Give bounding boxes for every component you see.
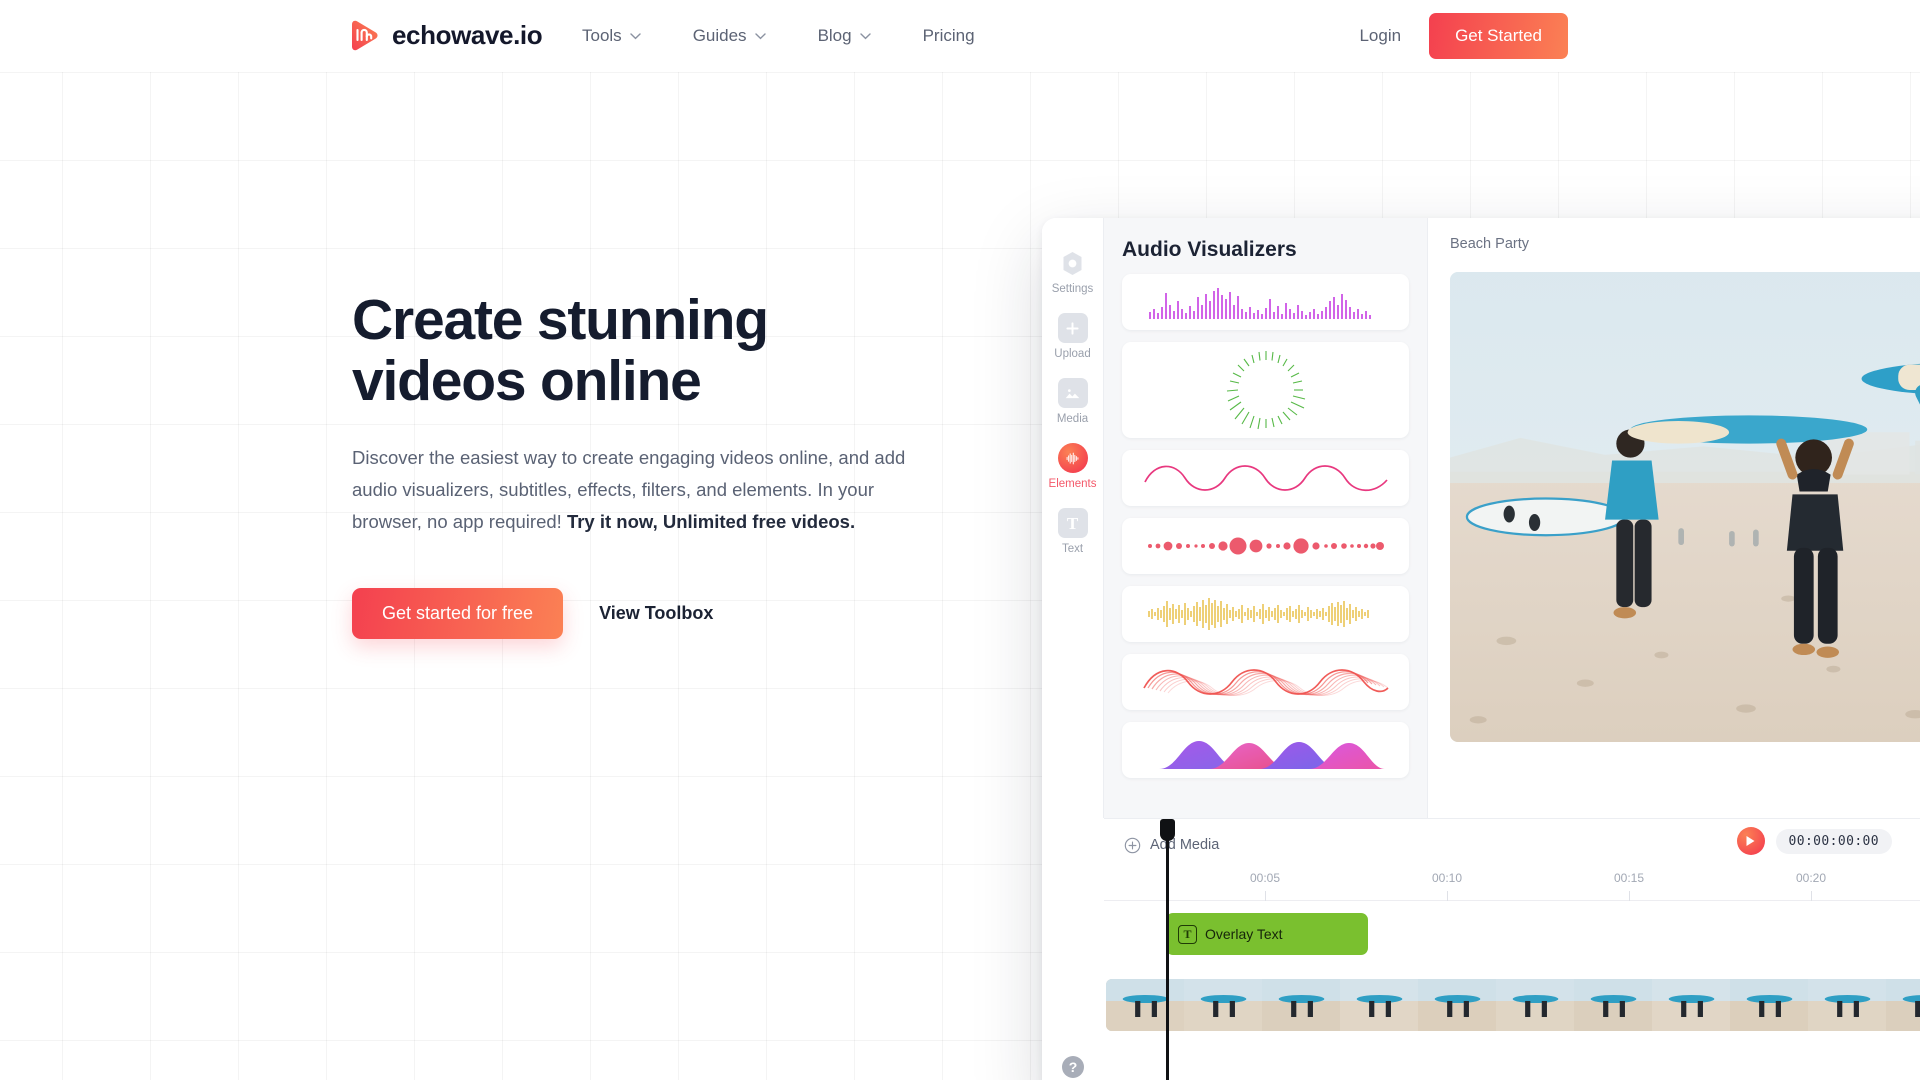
timeline-panel: Add Media 00:00:00:00 00:05 00:10 00:15 … [1104,818,1920,1080]
panel-title: Audio Visualizers [1122,238,1297,261]
bars-violet-icon [1148,288,1371,319]
sine-wave-pink-icon [1143,465,1388,492]
project-name: Beach Party [1450,236,1529,252]
get-started-button[interactable]: Get Started [1429,13,1568,59]
sidebar-item-text[interactable]: T Text [1042,500,1104,561]
app-body: Settings Upload Media Elements T Text Au… [1042,218,1920,818]
main-nav: Tools Guides Blog Pricing [556,0,1001,72]
timeline-ruler[interactable]: 00:05 00:10 00:15 00:20 [1104,871,1920,901]
clip-label: Overlay Text [1205,926,1283,942]
hero-paragraph: Discover the easiest way to create engag… [352,442,938,538]
play-icon [1746,836,1755,846]
ruler-tick: 00:15 [1614,871,1644,901]
help-button[interactable]: ? [1062,1056,1084,1078]
gear-hex-icon [1058,248,1088,278]
sidebar-item-settings[interactable]: Settings [1042,240,1104,301]
timecode-display: 00:00:00:00 [1775,828,1892,854]
view-toolbox-button[interactable]: View Toolbox [595,595,717,632]
dots-pulse-red-icon [1147,537,1384,555]
nav-item-label: Blog [817,26,852,45]
sidebar-item-media[interactable]: Media [1042,370,1104,431]
app-mockup: Settings Upload Media Elements T Text Au… [1042,218,1920,1080]
text-t-icon: T [1057,508,1088,538]
visualizer-radial-circle-green[interactable] [1122,342,1409,438]
sidebar-item-label: Upload [1054,348,1091,360]
sidebar-item-label: Elements [1048,478,1097,490]
hero-section: Create stunning videos online Discover t… [352,290,992,639]
chevron-down-icon [859,32,871,39]
visualizer-layered-sine-red[interactable] [1122,654,1409,710]
get-started-free-button[interactable]: Get started for free [352,588,564,639]
plus-circle-icon [1124,837,1141,853]
brand-logo[interactable]: echowave.io [348,18,543,52]
waveform-icon [1057,443,1088,473]
timeline-toolbar: Add Media 00:00:00:00 [1104,819,1920,871]
header-auth-actions: Login Get Started [1359,0,1568,72]
timeline-clip-video[interactable] [1106,979,1920,1031]
site-header: echowave.io Tools Guides Blog Pricing Lo… [0,0,1920,72]
hero-paragraph-bold: Try it now, Unlimited free videos. [566,511,856,532]
brand-name: echowave.io [392,19,543,50]
hero-title-line-1: Create stunning [352,288,769,352]
radial-circle-green-icon [1226,351,1305,430]
nav-item-guides[interactable]: Guides [667,0,792,72]
nav-item-label: Guides [692,26,747,45]
nav-item-blog[interactable]: Blog [792,0,897,72]
chevron-down-icon [629,32,641,39]
sidebar-item-label: Settings [1051,283,1094,295]
beach-surfers-photo [1450,272,1920,742]
ruler-tick: 00:20 [1796,871,1826,901]
nav-item-label: Tools [582,26,622,45]
ruler-tick: 00:05 [1250,871,1280,901]
play-wave-logo-icon [352,20,378,51]
page-title: Create stunning videos online [352,290,992,412]
preview-area: Beach Party [1428,218,1920,818]
layered-sine-red-icon [1142,669,1389,696]
visualizer-waveform-gold[interactable] [1122,586,1409,642]
text-t-icon: T [1178,924,1197,944]
sidebar-item-upload[interactable]: Upload [1042,305,1104,366]
sidebar-item-elements[interactable]: Elements [1042,435,1104,496]
login-link[interactable]: Login [1359,26,1401,46]
sidebar-item-label: Text [1061,543,1084,555]
visualizer-sine-wave-pink[interactable] [1122,450,1409,506]
nav-item-pricing[interactable]: Pricing [897,0,1001,72]
timeline-clip-overlay-text[interactable]: T Overlay Text [1166,913,1368,955]
image-icon [1057,378,1088,408]
waveform-gold-icon [1147,598,1369,630]
timeline-playhead[interactable] [1160,819,1175,1080]
page-root: echowave.io Tools Guides Blog Pricing Lo… [0,0,1920,1080]
editor-sidebar: Settings Upload Media Elements T Text [1042,218,1104,818]
beach-filmstrip [1106,979,1920,1031]
chevron-down-icon [754,32,766,39]
visualizer-gradient-hills-purple[interactable] [1122,722,1409,778]
sidebar-item-label: Media [1056,413,1089,425]
visualizer-dots-pulse-red[interactable] [1122,518,1409,574]
nav-item-label: Pricing [922,26,975,45]
hero-title-line-2: videos online [352,349,702,413]
preview-stage[interactable] [1450,272,1920,742]
ruler-tick: 00:10 [1432,871,1462,901]
hero-cta-row: Get started for free View Toolbox [352,588,992,639]
visualizer-bars-violet[interactable] [1122,274,1409,330]
nav-item-tools[interactable]: Tools [556,0,667,72]
plus-square-icon [1057,313,1088,343]
add-media-label: Add Media [1150,837,1220,853]
timeline-tracks: T Overlay Text [1104,901,1920,1031]
transport-controls: 00:00:00:00 [1736,827,1892,855]
elements-panel: Audio Visualizers [1104,218,1428,818]
gradient-hills-purple-icon [1158,741,1385,769]
play-button[interactable] [1736,827,1765,855]
